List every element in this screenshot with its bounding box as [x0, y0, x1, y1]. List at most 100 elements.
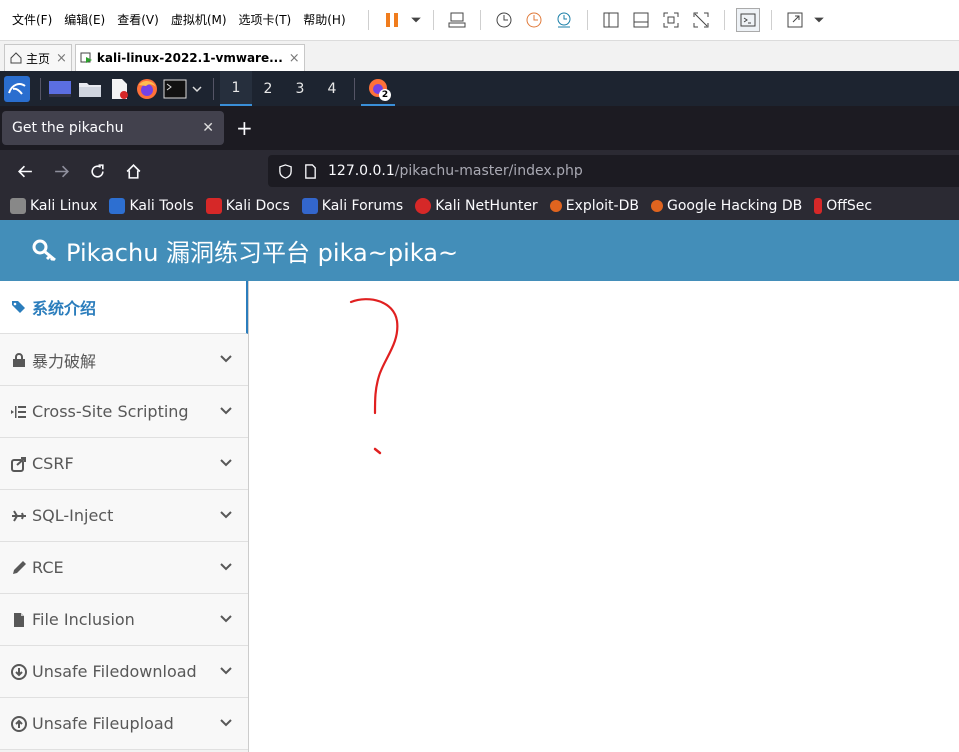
- text-editor-icon[interactable]: [107, 71, 131, 106]
- close-icon[interactable]: ×: [56, 51, 67, 66]
- chevron-down-icon: [218, 662, 234, 682]
- vmware-tab-strip: 主页 × kali-linux-2022.1-vmware... ×: [0, 40, 959, 71]
- sidebar-item-rce[interactable]: RCE: [0, 542, 248, 594]
- chevron-down-icon: [218, 714, 234, 734]
- bookmarks-bar: Kali Linux Kali Tools Kali Docs Kali For…: [0, 192, 959, 220]
- sidebar-item-label: RCE: [32, 558, 64, 577]
- file-manager-icon[interactable]: [77, 71, 103, 106]
- tags-icon: [10, 298, 28, 316]
- shield-icon[interactable]: [278, 163, 293, 179]
- reload-icon[interactable]: [82, 156, 112, 186]
- menu-vm[interactable]: 虚拟机(M): [165, 0, 233, 40]
- thumbnail-bar-icon[interactable]: [629, 8, 653, 32]
- kali-menu-icon[interactable]: [4, 71, 30, 106]
- kali-top-panel: 1 2 3 4 2: [0, 71, 959, 106]
- bookmark-exploit-db[interactable]: Exploit-DB: [549, 198, 639, 214]
- window-count-badge: 2: [379, 89, 391, 101]
- chevron-down-icon[interactable]: [813, 8, 825, 32]
- console-view-icon[interactable]: [735, 8, 760, 32]
- browser-tab-active[interactable]: Get the pikachu ✕: [2, 111, 224, 145]
- sidebar-item-xss[interactable]: Cross-Site Scripting: [0, 386, 248, 438]
- sidebar-item-sqli[interactable]: SQL-Inject: [0, 490, 248, 542]
- terminal-icon[interactable]: [163, 71, 187, 106]
- pause-icon[interactable]: [380, 8, 404, 32]
- bookmark-kali-linux[interactable]: Kali Linux: [10, 198, 97, 214]
- url-bar[interactable]: 127.0.0.1/pikachu-master/index.php: [268, 155, 959, 187]
- kali-dragon-icon: [10, 198, 26, 214]
- sidebar-item-label: 系统介绍: [32, 299, 97, 318]
- exploit-db-icon: [549, 200, 562, 212]
- sidebar-item-fileupload[interactable]: Unsafe Fileupload: [0, 698, 248, 750]
- close-icon[interactable]: ×: [289, 51, 300, 66]
- pencil-icon: [10, 559, 28, 577]
- url-host: 127.0.0.1: [328, 163, 395, 179]
- page-icon[interactable]: [303, 163, 318, 179]
- sidebar-item-filedownload[interactable]: Unsafe Filedownload: [0, 646, 248, 698]
- workspace-1[interactable]: 1: [220, 71, 252, 106]
- sidebar-item-bruteforce[interactable]: 暴力破解: [0, 334, 248, 386]
- snapshot-icon[interactable]: [492, 8, 516, 32]
- new-tab-icon[interactable]: +: [236, 116, 253, 140]
- sidebar-item-file-inclusion[interactable]: File Inclusion: [0, 594, 248, 646]
- home-icon[interactable]: [118, 156, 148, 186]
- workspace-2[interactable]: 2: [252, 71, 284, 106]
- firefox-icon[interactable]: [135, 71, 159, 106]
- snapshot-manager-icon[interactable]: [552, 8, 576, 32]
- show-desktop-icon[interactable]: [47, 71, 73, 106]
- chevron-down-icon: [218, 350, 234, 370]
- workspace-4[interactable]: 4: [316, 71, 348, 106]
- menu-file[interactable]: 文件(F): [6, 0, 58, 40]
- vm-tab-kali[interactable]: kali-linux-2022.1-vmware... ×: [74, 44, 305, 71]
- menu-edit[interactable]: 编辑(E): [58, 0, 111, 40]
- bookmark-label: OffSec: [826, 198, 873, 214]
- unity-icon[interactable]: [689, 8, 713, 32]
- revert-snapshot-icon[interactable]: [522, 8, 546, 32]
- app-header: Pikachu 漏洞练习平台 pika~pika~: [0, 220, 959, 281]
- browser-tab-strip: Get the pikachu ✕ +: [0, 106, 959, 150]
- file-icon: [10, 611, 28, 629]
- bookmark-offsec[interactable]: OffSec: [814, 198, 872, 214]
- sidebar-item-label: CSRF: [32, 454, 74, 473]
- bookmark-label: Google Hacking DB: [666, 198, 803, 214]
- vm-tab-home[interactable]: 主页 ×: [4, 44, 72, 71]
- menu-view[interactable]: 查看(V): [111, 0, 165, 40]
- bookmark-google-hacking-db[interactable]: Google Hacking DB: [650, 198, 803, 214]
- fullscreen-icon[interactable]: [659, 8, 683, 32]
- stretch-icon[interactable]: [783, 8, 807, 32]
- taskbar-firefox-window[interactable]: 2: [361, 71, 395, 106]
- send-keys-icon[interactable]: [445, 8, 469, 32]
- divider: [723, 10, 725, 30]
- bookmark-kali-nethunter[interactable]: Kali NetHunter: [415, 198, 538, 214]
- sidebar-toggle-icon[interactable]: [599, 8, 623, 32]
- divider: [354, 77, 355, 100]
- chevron-down-icon[interactable]: [410, 8, 422, 32]
- chevron-down-icon: [218, 506, 234, 526]
- nethunter-icon: [415, 198, 432, 214]
- menu-tabs[interactable]: 选项卡(T): [233, 0, 298, 40]
- bookmark-label: Kali Forums: [321, 198, 404, 214]
- share-icon: [10, 455, 28, 473]
- sidebar-item-label: 暴力破解: [32, 351, 97, 371]
- url-path: /pikachu-master/index.php: [394, 163, 583, 179]
- back-icon[interactable]: [10, 156, 40, 186]
- main-content: [249, 281, 959, 752]
- bookmark-kali-tools[interactable]: Kali Tools: [109, 198, 194, 214]
- vm-icon: [80, 52, 92, 63]
- bookmark-kali-forums[interactable]: Kali Forums: [301, 198, 404, 214]
- sidebar-item-csrf[interactable]: CSRF: [0, 438, 248, 490]
- close-icon[interactable]: ✕: [202, 120, 214, 136]
- ghdb-icon: [650, 200, 663, 212]
- sidebar-item-intro[interactable]: 系统介绍: [0, 281, 248, 334]
- chevron-down-icon: [218, 402, 234, 422]
- bookmark-kali-docs[interactable]: Kali Docs: [205, 198, 290, 214]
- forward-icon[interactable]: [46, 156, 76, 186]
- sidebar-item-label: File Inclusion: [32, 610, 135, 629]
- menu-help[interactable]: 帮助(H): [297, 0, 351, 40]
- bookmark-label: Exploit-DB: [565, 198, 639, 214]
- browser-tab-title: Get the pikachu: [12, 120, 124, 136]
- vmware-toolbar: [360, 8, 828, 32]
- workspace-3[interactable]: 3: [284, 71, 316, 106]
- sidebar-item-label: Unsafe Filedownload: [32, 662, 197, 681]
- browser-navbar: 127.0.0.1/pikachu-master/index.php: [0, 150, 959, 192]
- chevron-down-icon[interactable]: [191, 71, 203, 106]
